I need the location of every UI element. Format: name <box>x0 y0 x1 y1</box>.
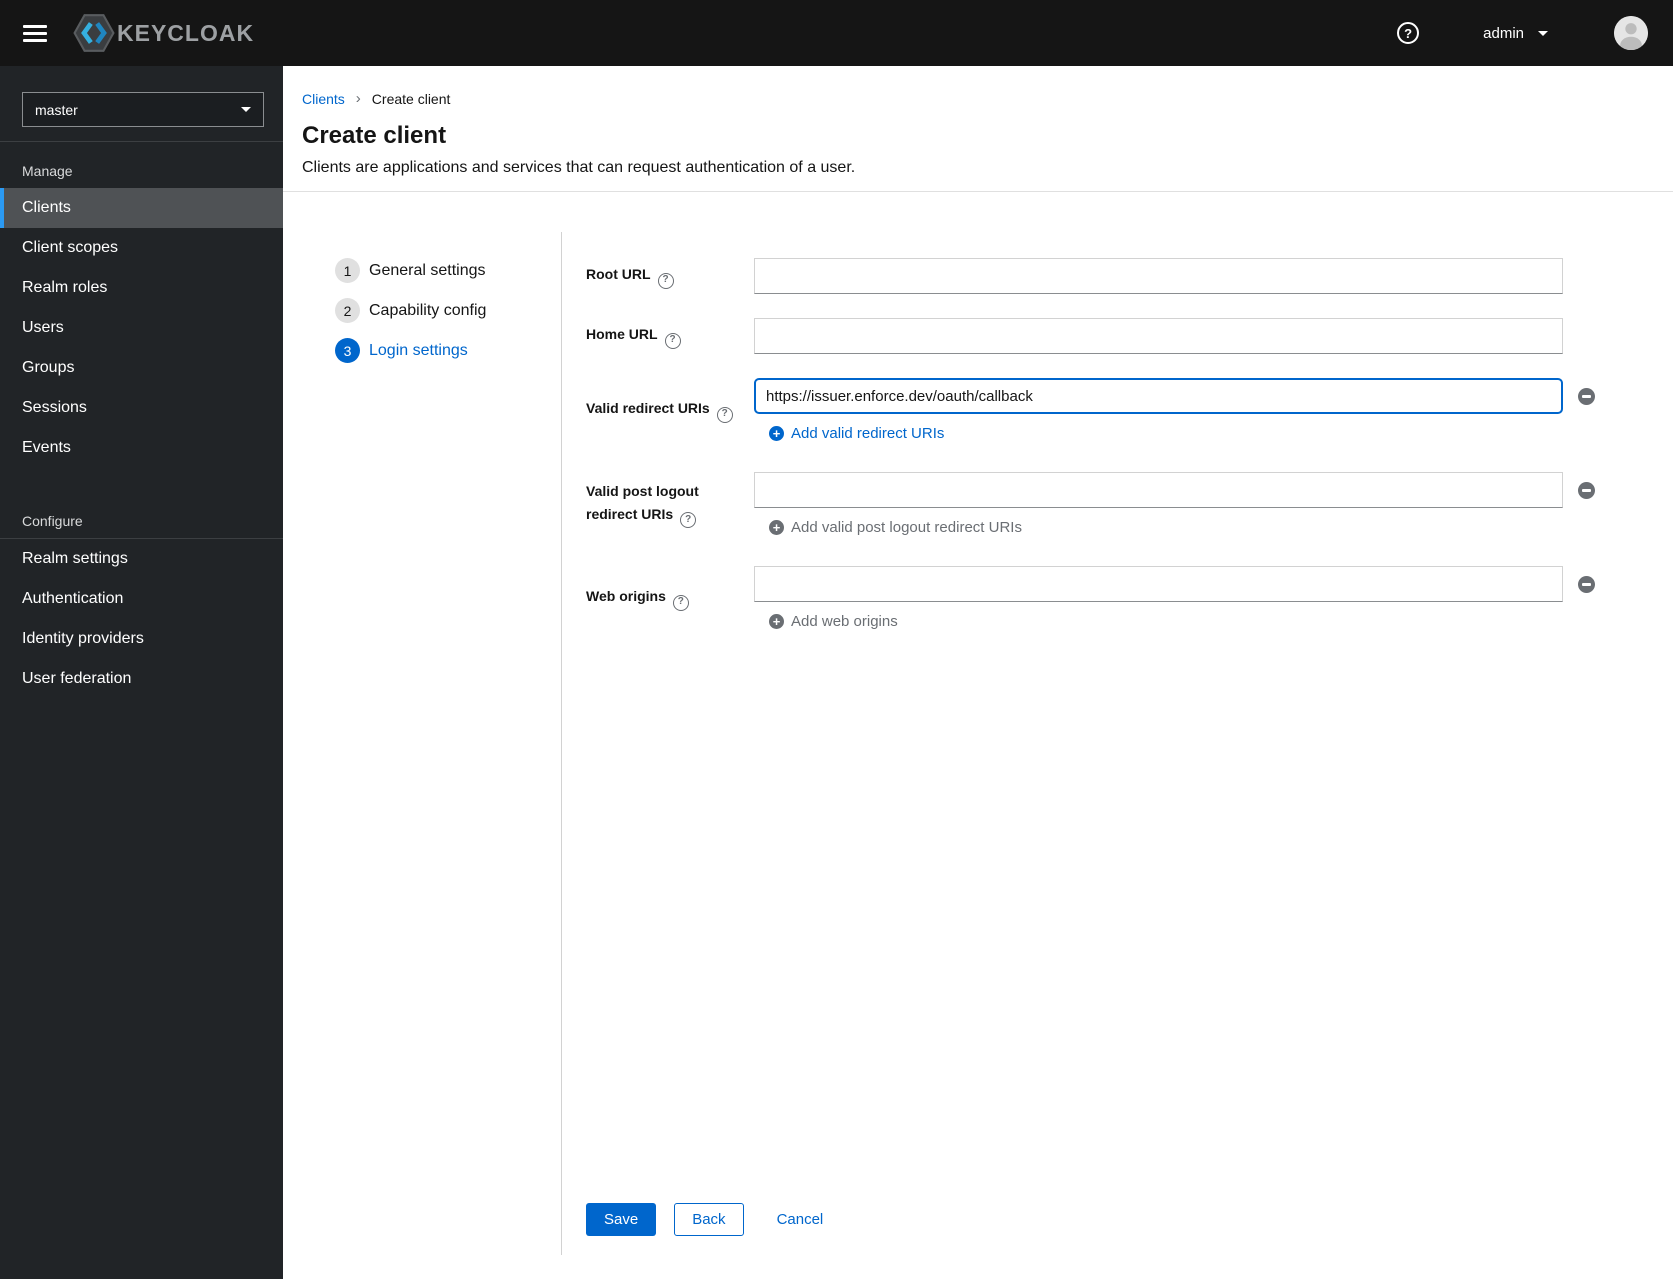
username: admin <box>1483 24 1524 42</box>
sidebar-item-events[interactable]: Events <box>0 428 283 468</box>
user-menu[interactable]: admin <box>1483 25 1548 42</box>
hamburger-menu-icon[interactable] <box>23 24 47 42</box>
breadcrumb: Clients › Create client <box>302 90 1633 107</box>
keycloak-logo-icon <box>73 14 115 52</box>
help-icon[interactable] <box>664 332 681 349</box>
brand-text: KEYCLOAK <box>117 19 255 46</box>
valid-redirect-uri-input[interactable] <box>754 378 1563 414</box>
avatar[interactable] <box>1614 16 1648 50</box>
wizard-step-login-settings[interactable]: 3 Login settings <box>335 338 561 363</box>
home-url-input[interactable] <box>754 318 1563 354</box>
valid-redirect-uris-group: Valid redirect URIs Add valid redirect U… <box>586 378 1673 442</box>
remove-post-logout-uri-button[interactable] <box>1578 481 1595 499</box>
step-number: 3 <box>335 338 360 363</box>
sidebar-item-sessions[interactable]: Sessions <box>0 388 283 428</box>
sidebar-item-authentication[interactable]: Authentication <box>0 579 283 619</box>
step-label: General settings <box>369 261 486 279</box>
home-url-label: Home URL <box>586 323 681 349</box>
help-icon[interactable] <box>657 272 674 289</box>
root-url-group: Root URL <box>586 258 1673 294</box>
help-icon[interactable]: ? <box>1397 22 1420 44</box>
login-settings-form: Root URL Home URL <box>561 232 1673 1255</box>
breadcrumb-current: Create client <box>371 90 451 107</box>
plus-circle-icon <box>769 520 784 535</box>
post-logout-uris-label: Valid post logout redirect URIs <box>586 480 734 529</box>
realm-selector-value: master <box>35 101 78 118</box>
sidebar-item-client-scopes[interactable]: Client scopes <box>0 228 283 268</box>
wizard-step-capability-config[interactable]: 2 Capability config <box>335 298 561 323</box>
form-actions: Save Back Cancel <box>586 1203 1673 1236</box>
remove-redirect-uri-button[interactable] <box>1578 387 1595 405</box>
wizard-step-general-settings[interactable]: 1 General settings <box>335 258 561 283</box>
avatar-icon <box>1614 16 1648 50</box>
add-post-logout-uri-button[interactable]: Add valid post logout redirect URIs <box>769 519 1022 536</box>
page-subtitle: Clients are applications and services th… <box>302 159 856 176</box>
post-logout-uris-group: Valid post logout redirect URIs Add vali… <box>586 472 1673 536</box>
sidebar-item-users[interactable]: Users <box>0 308 283 348</box>
wizard-nav: 1 General settings 2 Capability config 3… <box>283 232 561 1255</box>
step-number: 2 <box>335 298 360 323</box>
breadcrumb-clients-link[interactable]: Clients <box>302 91 345 107</box>
root-url-label: Root URL <box>586 263 674 289</box>
nav-section-configure: Configure <box>22 513 83 529</box>
step-label: Login settings <box>369 341 468 359</box>
sidebar-item-groups[interactable]: Groups <box>0 348 283 388</box>
help-icon[interactable] <box>680 512 697 529</box>
web-origins-group: Web origins Add web origins <box>586 566 1673 630</box>
web-origins-label: Web origins <box>586 585 689 611</box>
main-content: Clients › Create client Create client Cl… <box>283 66 1673 1279</box>
save-button[interactable]: Save <box>586 1203 657 1236</box>
plus-circle-icon <box>769 426 784 441</box>
realm-selector[interactable]: master <box>22 92 264 127</box>
back-button[interactable]: Back <box>674 1203 744 1236</box>
post-logout-uri-input[interactable] <box>754 472 1563 508</box>
sidebar-item-clients[interactable]: Clients <box>0 188 283 228</box>
masthead: KEYCLOAK ? admin <box>0 0 1673 66</box>
add-web-origin-button[interactable]: Add web origins <box>769 613 898 630</box>
sidebar-item-realm-roles[interactable]: Realm roles <box>0 268 283 308</box>
sidebar-item-identity-providers[interactable]: Identity providers <box>0 619 283 659</box>
cancel-button[interactable]: Cancel <box>777 1203 824 1236</box>
help-icon[interactable] <box>716 406 733 423</box>
home-url-group: Home URL <box>586 318 1673 354</box>
keycloak-logo: KEYCLOAK <box>73 12 254 54</box>
sidebar-item-realm-settings[interactable]: Realm settings <box>0 539 283 579</box>
valid-redirect-uris-label: Valid redirect URIs <box>586 397 733 423</box>
page-title: Create client <box>302 122 447 149</box>
chevron-down-icon <box>1538 30 1548 36</box>
breadcrumb-separator: › <box>355 90 361 107</box>
sidebar-item-user-federation[interactable]: User federation <box>0 659 283 699</box>
root-url-input[interactable] <box>754 258 1563 294</box>
sidebar: master Manage Clients Client scopes Real… <box>0 66 283 1279</box>
remove-web-origin-button[interactable] <box>1578 575 1595 593</box>
help-icon[interactable] <box>672 594 689 611</box>
plus-circle-icon <box>769 614 784 629</box>
nav-section-manage: Manage <box>22 163 73 179</box>
chevron-down-icon <box>241 107 251 112</box>
step-label: Capability config <box>369 301 487 319</box>
add-redirect-uri-button[interactable]: Add valid redirect URIs <box>769 425 944 442</box>
step-number: 1 <box>335 258 360 283</box>
web-origins-input[interactable] <box>754 566 1563 602</box>
page-header: Clients › Create client Create client Cl… <box>283 66 1673 192</box>
